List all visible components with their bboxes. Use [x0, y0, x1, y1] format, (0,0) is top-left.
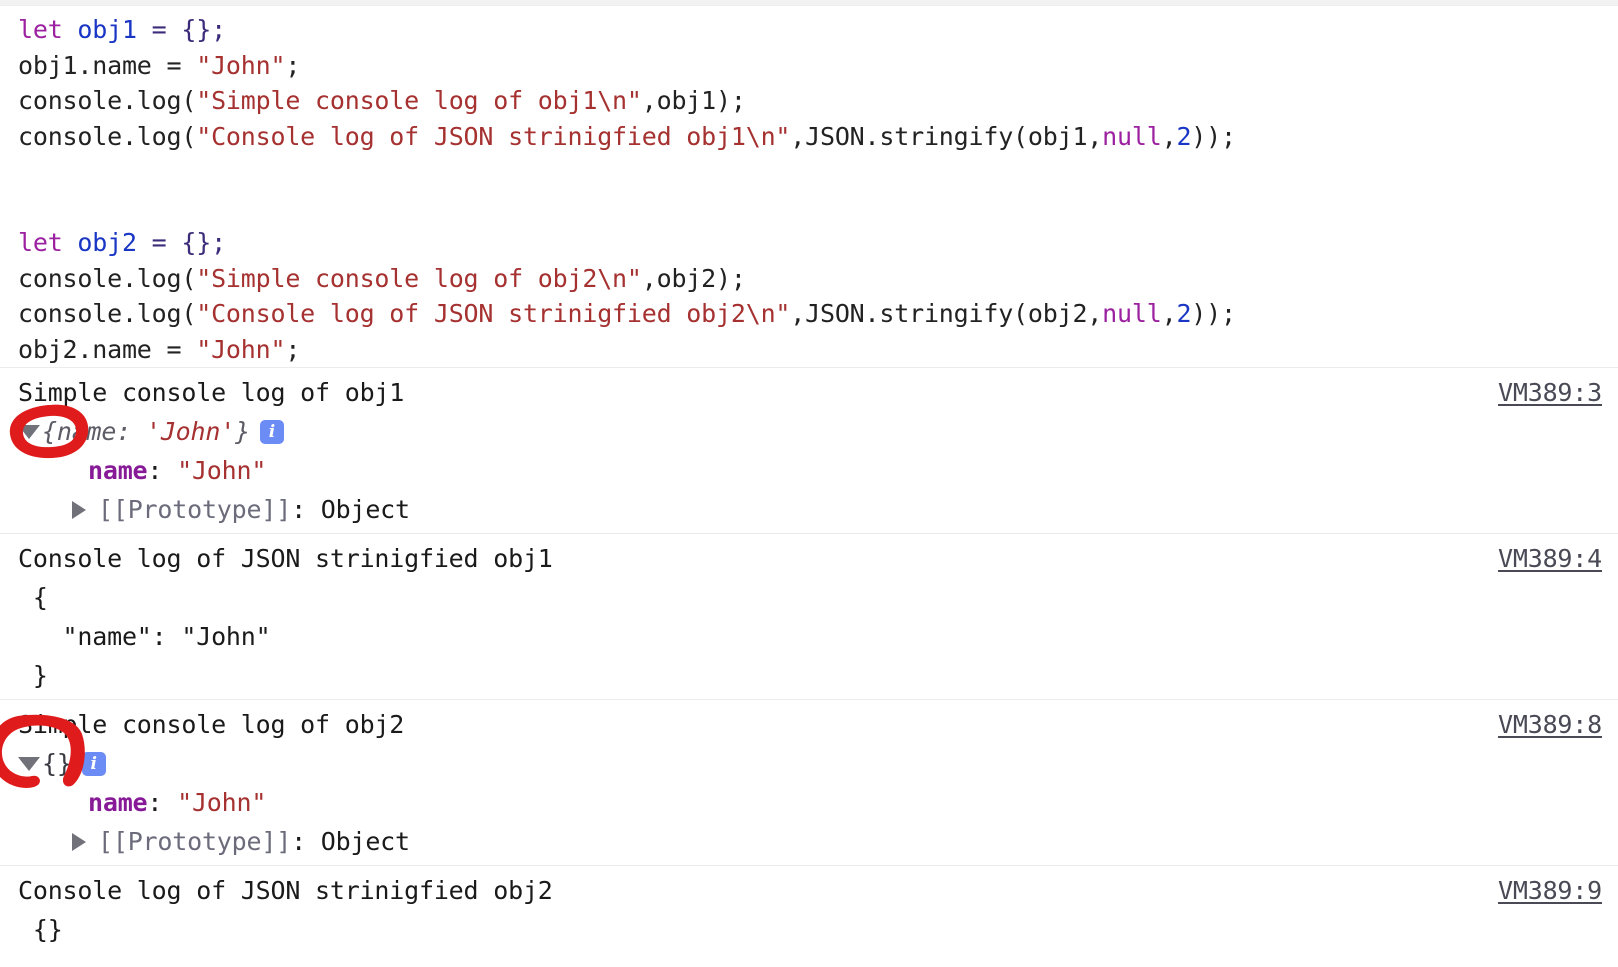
code-line-line-7[interactable]: let obj2 = {}; — [0, 225, 1618, 261]
code-line-line-10[interactable]: obj2.name = "John"; — [0, 332, 1618, 368]
chevron-down-icon — [18, 424, 40, 439]
object-preview-row[interactable]: {} i — [0, 744, 1618, 783]
expand-triangle-icon[interactable] — [18, 753, 40, 775]
console-message-text: Simple console log of obj1 — [18, 378, 405, 407]
code-line-line-6[interactable] — [0, 190, 1618, 226]
object-prototype-row[interactable]: [[Prototype]]: Object — [0, 490, 1618, 529]
code-token: obj2.name = — [18, 334, 197, 364]
chevron-right-icon — [72, 832, 86, 851]
code-token: let — [18, 228, 63, 257]
expand-triangle-icon[interactable] — [18, 421, 40, 443]
expand-triangle-icon[interactable] — [68, 499, 90, 521]
code-token: console.log( — [18, 86, 197, 115]
code-line-line-3[interactable]: console.log("Simple console log of obj1\… — [0, 83, 1618, 119]
code-token: 2 — [1176, 121, 1192, 151]
code-token: null — [1102, 299, 1162, 328]
prototype-text: [[Prototype]]: Object — [98, 827, 410, 856]
console-input-code[interactable]: let obj1 = {}; obj1.name = "John"; conso… — [0, 6, 1618, 367]
code-token: ,JSON.stringify(obj1, — [790, 121, 1103, 151]
console-message: VM389:9 Console log of JSON strinigfied … — [0, 865, 1618, 953]
expand-triangle-icon[interactable] — [68, 831, 90, 853]
code-line-line-2[interactable]: obj1.name = "John"; — [0, 48, 1618, 84]
console-message-text: {} — [18, 915, 63, 944]
code-token: {}; — [181, 15, 226, 44]
object-preview-row[interactable]: {name: 'John'} i — [0, 412, 1618, 451]
console-message-text: Console log of JSON strinigfied obj2 — [18, 876, 553, 905]
source-link[interactable]: VM389:9 — [1498, 874, 1602, 907]
code-token: ,JSON.stringify(obj2, — [790, 299, 1103, 328]
chevron-right-icon — [72, 500, 86, 519]
code-token: "Simple console log of obj2\n" — [196, 263, 642, 293]
code-token: console.log( — [18, 263, 197, 293]
code-token: , — [1161, 299, 1177, 328]
console-message-text: Console log of JSON strinigfied obj1 — [18, 544, 553, 573]
code-token: "Simple console log of obj1\n" — [196, 86, 642, 115]
code-token: obj2 — [77, 228, 137, 257]
code-line-line-1[interactable]: let obj1 = {}; — [0, 12, 1618, 48]
console-message-text: { — [18, 583, 48, 612]
object-preview-text: {} — [42, 749, 72, 778]
object-property-row[interactable]: name: "John" — [0, 451, 1618, 490]
code-token: "Console log of JSON strinigfied obj1\n" — [196, 121, 791, 151]
prototype-text: [[Prototype]]: Object — [98, 495, 410, 524]
code-token: console.log( — [18, 121, 197, 151]
code-token: obj1.name = — [18, 50, 197, 80]
code-token: )); — [1191, 299, 1236, 328]
code-token: "Console log of JSON strinigfied obj2\n" — [196, 299, 791, 328]
info-icon[interactable]: i — [259, 419, 284, 444]
code-token: = — [136, 15, 182, 44]
source-link[interactable]: VM389:3 — [1498, 376, 1602, 409]
code-token: = — [136, 228, 182, 257]
object-preview-text: {name: 'John'} — [42, 417, 250, 446]
code-token: let — [18, 15, 63, 44]
console-message-text: } — [18, 661, 48, 690]
code-token: 2 — [1176, 299, 1192, 328]
console-message: VM389:4 Console log of JSON strinigfied … — [0, 533, 1618, 699]
code-token: ,obj2); — [641, 263, 746, 293]
code-token: , — [1161, 121, 1177, 151]
source-link[interactable]: VM389:4 — [1498, 542, 1602, 575]
code-token: ,obj1); — [641, 86, 746, 115]
code-token: ; — [285, 334, 301, 364]
code-line-line-9[interactable]: console.log("Console log of JSON strinig… — [0, 296, 1618, 332]
console-message: VM389:8 Simple console log of obj2 {} i … — [0, 699, 1618, 865]
console-message: VM389:3 Simple console log of obj1 {name… — [0, 367, 1618, 533]
source-link[interactable]: VM389:8 — [1498, 708, 1602, 741]
code-line-line-4[interactable]: console.log("Console log of JSON strinig… — [0, 119, 1618, 155]
code-token: "John" — [196, 50, 286, 80]
code-token: null — [1102, 121, 1162, 151]
console-message-text: "name": "John" — [18, 622, 271, 651]
code-line-line-5[interactable] — [0, 154, 1618, 190]
code-token: )); — [1191, 121, 1236, 151]
devtools-console-panel: let obj1 = {}; obj1.name = "John"; conso… — [0, 0, 1618, 967]
console-message-text: Simple console log of obj2 — [18, 710, 405, 739]
object-property-row[interactable]: name: "John" — [0, 783, 1618, 822]
chevron-down-icon — [18, 756, 40, 771]
code-line-line-8[interactable]: console.log("Simple console log of obj2\… — [0, 261, 1618, 297]
code-token: console.log( — [18, 299, 197, 328]
code-token: obj1 — [77, 15, 137, 44]
code-token: ; — [285, 50, 301, 80]
code-token: {}; — [181, 228, 226, 257]
info-icon[interactable]: i — [81, 751, 106, 776]
object-prototype-row[interactable]: [[Prototype]]: Object — [0, 822, 1618, 861]
code-token: "John" — [196, 334, 286, 364]
